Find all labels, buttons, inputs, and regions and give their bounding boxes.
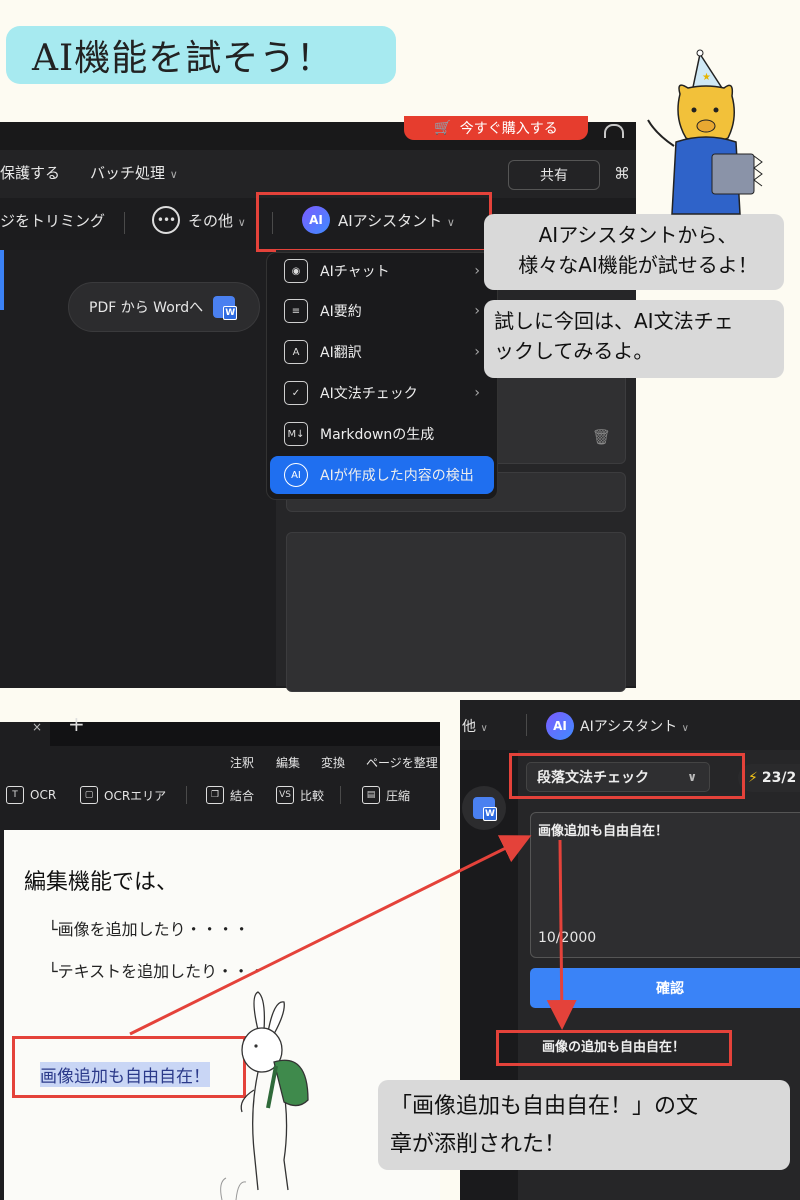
bubble-3-line-1: 「画像追加も自由自在！」の文	[390, 1094, 699, 1119]
arrow-source-to-input	[129, 835, 532, 1036]
bubble-3-line-2: 章が添削された！	[390, 1132, 567, 1157]
arrow-input-to-result	[546, 839, 577, 1030]
annotation-arrows	[129, 835, 577, 1036]
speech-bubble-3: 「画像追加も自由自在！」の文 章が添削された！	[378, 1080, 790, 1170]
